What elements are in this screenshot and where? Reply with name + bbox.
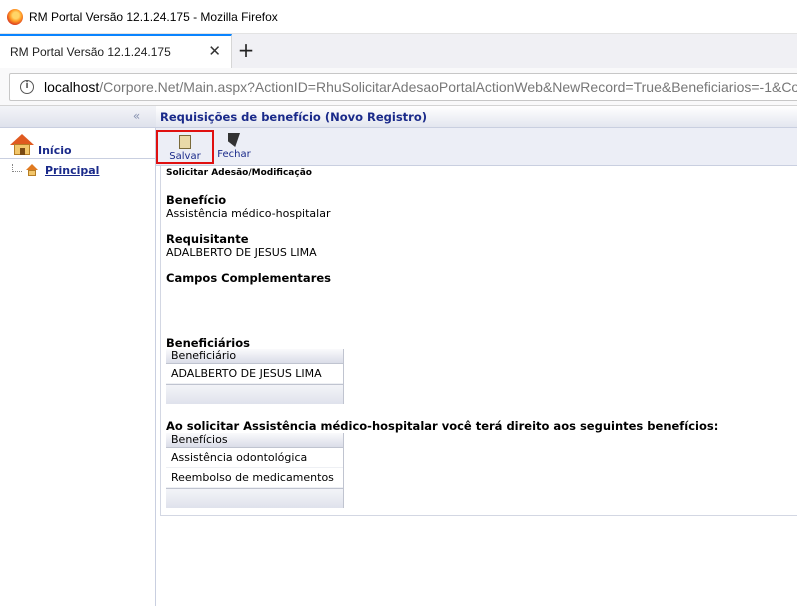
sidebar-item-principal[interactable]: Principal	[10, 164, 150, 180]
close-label: Fechar	[217, 149, 251, 160]
toolbar: Salvar Fechar	[156, 128, 797, 166]
url-text[interactable]: localhost/Corpore.Net/Main.aspx?ActionID…	[44, 79, 797, 95]
browser-tab[interactable]: RM Portal Versão 12.1.24.175 ✕	[0, 34, 232, 68]
grid-footer	[166, 488, 343, 508]
url-host: localhost	[44, 79, 100, 95]
new-tab-button[interactable]: +	[236, 38, 256, 62]
window-titlebar: RM Portal Versão 12.1.24.175 - Mozilla F…	[0, 0, 797, 34]
home-label[interactable]: Início	[38, 144, 72, 157]
form-area: Solicitar Adesão/Modificação Benefício A…	[160, 166, 797, 516]
save-icon	[179, 135, 191, 149]
home-icon	[10, 132, 34, 156]
table-row[interactable]: Assistência odontológica	[166, 448, 343, 468]
section-title: Solicitar Adesão/Modificação	[166, 168, 312, 178]
beneficiarios-grid: Beneficiário ADALBERTO DE JESUS LIMA	[166, 349, 344, 404]
navigation-bar: i localhost/Corpore.Net/Main.aspx?Action…	[0, 68, 797, 106]
home-small-icon	[26, 164, 38, 176]
table-row[interactable]: ADALBERTO DE JESUS LIMA	[166, 364, 343, 384]
window-title: RM Portal Versão 12.1.24.175 - Mozilla F…	[29, 10, 278, 24]
sidebar-home[interactable]: Início	[0, 132, 156, 158]
beneficio-value: Assistência médico-hospitalar	[166, 207, 331, 220]
tree-branch	[12, 164, 22, 172]
sidebar-header: «	[0, 106, 156, 128]
divider	[0, 158, 156, 159]
save-label: Salvar	[169, 151, 201, 162]
collapse-sidebar-button[interactable]: «	[122, 109, 148, 125]
address-bar[interactable]: i localhost/Corpore.Net/Main.aspx?Action…	[9, 73, 797, 101]
url-path: /Corpore.Net/Main.aspx?ActionID=RhuSolic…	[99, 79, 797, 95]
page-header: Requisições de benefício (Novo Registro)	[156, 106, 797, 128]
firefox-logo-icon	[7, 9, 23, 25]
grid-footer	[166, 384, 343, 404]
requisitante-label: Requisitante	[166, 232, 249, 246]
beneficio-label: Benefício	[166, 193, 227, 207]
direitos-label: Ao solicitar Assistência médico-hospital…	[166, 419, 719, 433]
grid-header: Benefícios	[166, 433, 343, 448]
tab-strip: RM Portal Versão 12.1.24.175 ✕ +	[0, 34, 797, 68]
info-icon[interactable]: i	[20, 80, 34, 94]
sidebar-item-label[interactable]: Principal	[45, 164, 99, 177]
save-button[interactable]: Salvar	[156, 130, 214, 164]
page-title: Requisições de benefício (Novo Registro)	[160, 110, 428, 124]
campos-complementares-label: Campos Complementares	[166, 271, 332, 285]
requisitante-value: ADALBERTO DE JESUS LIMA	[166, 246, 317, 259]
beneficiarios-label: Beneficiários	[166, 336, 250, 350]
sidebar: « Início Principal	[0, 106, 156, 606]
tab-title: RM Portal Versão 12.1.24.175	[10, 45, 171, 59]
close-tab-icon[interactable]: ✕	[208, 42, 221, 60]
grid-header: Beneficiário	[166, 349, 343, 364]
beneficios-grid: Benefícios Assistência odontológica Reem…	[166, 433, 344, 508]
close-icon	[228, 133, 240, 147]
table-row[interactable]: Reembolso de medicamentos	[166, 468, 343, 488]
close-button[interactable]: Fechar	[214, 130, 254, 164]
